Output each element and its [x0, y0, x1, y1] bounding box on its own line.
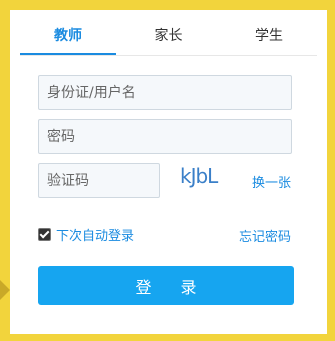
username-input[interactable]	[38, 75, 292, 110]
tab-teacher-label: 教师	[54, 28, 82, 44]
active-tab-indicator	[20, 53, 116, 55]
remember-checkbox[interactable]	[38, 227, 51, 241]
remember-me-label: 下次自动登录	[56, 228, 135, 244]
refresh-captcha-link[interactable]: 换一张	[252, 172, 291, 191]
password-input[interactable]	[38, 119, 292, 154]
tab-student[interactable]: 学生	[221, 10, 317, 54]
role-tabs: 教师 家长 学生	[20, 10, 317, 56]
remember-me-toggle[interactable]: 下次自动登录	[38, 225, 135, 244]
background-shadow	[0, 280, 10, 300]
captcha-input[interactable]	[38, 163, 160, 198]
login-panel: 教师 家长 学生 kJbL 换一张 下次自动登录 忘记密码 登 录	[10, 10, 327, 334]
captcha-image[interactable]: kJbL	[180, 164, 230, 192]
tab-student-label: 学生	[255, 28, 283, 44]
login-button[interactable]: 登 录	[38, 266, 294, 305]
tab-teacher[interactable]: 教师	[20, 10, 116, 55]
tab-parent[interactable]: 家长	[116, 10, 221, 54]
tab-parent-label: 家长	[154, 28, 183, 44]
forgot-password-link[interactable]: 忘记密码	[239, 226, 291, 245]
